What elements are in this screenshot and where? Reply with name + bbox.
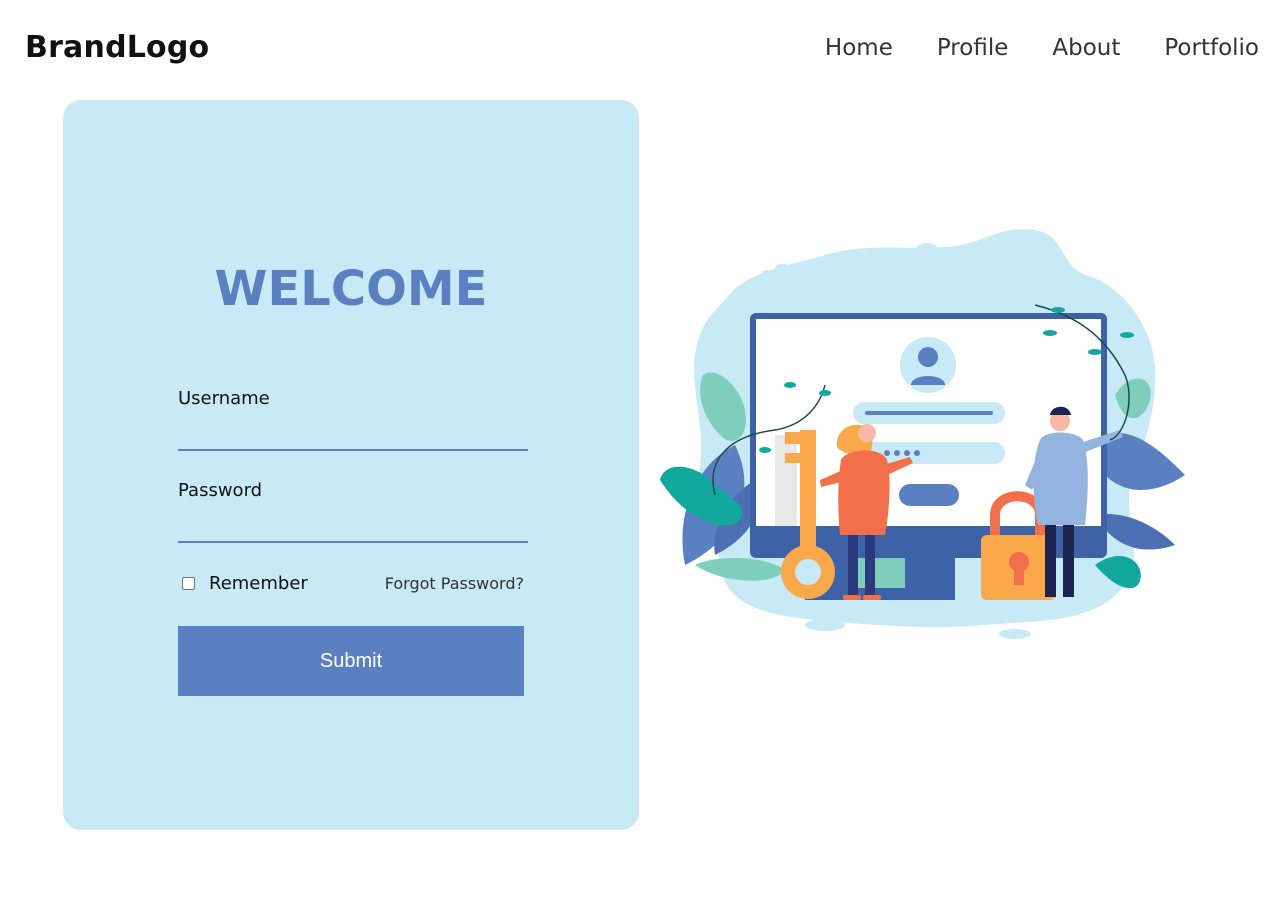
brand-logo[interactable]: BrandLogo bbox=[25, 30, 209, 65]
leaf-right-back bbox=[1105, 433, 1185, 490]
username-label: Username bbox=[178, 388, 270, 409]
username-input[interactable] bbox=[178, 419, 528, 451]
nav-link-home[interactable]: Home bbox=[825, 35, 893, 61]
submit-button[interactable]: Submit bbox=[178, 626, 524, 696]
remember-label: Remember bbox=[209, 573, 308, 594]
nav-link-portfolio[interactable]: Portfolio bbox=[1164, 35, 1259, 61]
password-label: Password bbox=[178, 480, 263, 501]
forgot-password-link[interactable]: Forgot Password? bbox=[385, 574, 524, 593]
navbar: BrandLogo Home Profile About Portfolio bbox=[0, 0, 1279, 100]
screen-login-button bbox=[899, 484, 959, 506]
illustration-svg bbox=[660, 229, 1185, 639]
login-card: WELCOME Username Password Remember Forgo… bbox=[63, 100, 639, 830]
remember-checkbox[interactable] bbox=[182, 577, 195, 590]
remember-row: Remember Forgot Password? bbox=[178, 573, 528, 597]
password-input[interactable] bbox=[178, 511, 528, 543]
welcome-title: WELCOME bbox=[214, 261, 488, 317]
nav-links: Home Profile About Portfolio bbox=[825, 35, 1259, 61]
login-security-illustration bbox=[655, 225, 1195, 645]
nav-link-about[interactable]: About bbox=[1052, 35, 1120, 61]
nav-link-profile[interactable]: Profile bbox=[937, 35, 1009, 61]
